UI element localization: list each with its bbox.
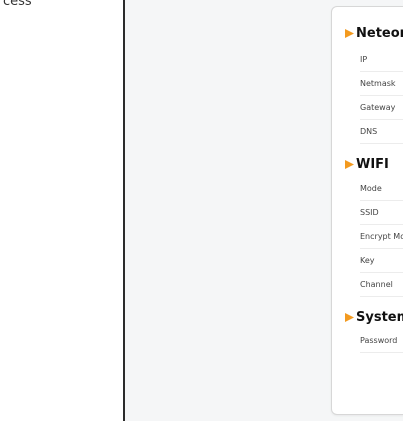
row-label: Password bbox=[360, 336, 398, 345]
pane-divider[interactable] bbox=[123, 0, 125, 421]
row-dns[interactable]: DNS bbox=[360, 120, 403, 144]
row-label: Channel bbox=[360, 280, 393, 289]
row-label: Gateway bbox=[360, 103, 396, 112]
row-ip[interactable]: IP bbox=[360, 48, 403, 72]
left-pane-text: cess bbox=[3, 0, 32, 9]
row-label: IP bbox=[360, 55, 368, 64]
row-label: Encrypt Mo bbox=[360, 232, 403, 241]
row-netmask[interactable]: Netmask bbox=[360, 72, 403, 96]
section-wifi-header[interactable]: WIFI bbox=[345, 157, 389, 172]
row-key[interactable]: Key bbox=[360, 249, 403, 273]
row-label: SSID bbox=[360, 208, 379, 217]
left-pane: cess bbox=[0, 0, 123, 421]
play-triangle-icon bbox=[345, 160, 354, 169]
section-network-header[interactable]: Neteork bbox=[345, 26, 403, 41]
row-gateway[interactable]: Gateway bbox=[360, 96, 403, 120]
section-system-header[interactable]: System bbox=[345, 310, 403, 325]
row-label: DNS bbox=[360, 127, 378, 136]
row-label: Key bbox=[360, 256, 375, 265]
row-mode[interactable]: Mode bbox=[360, 177, 403, 201]
row-label: Mode bbox=[360, 184, 382, 193]
play-triangle-icon bbox=[345, 313, 354, 322]
row-label: Netmask bbox=[360, 79, 396, 88]
section-system-title: System bbox=[356, 310, 403, 325]
row-encrypt-mode[interactable]: Encrypt Mo bbox=[360, 225, 403, 249]
play-triangle-icon bbox=[345, 29, 354, 38]
row-channel[interactable]: Channel bbox=[360, 273, 403, 297]
section-wifi-title: WIFI bbox=[356, 157, 389, 172]
settings-card: Neteork IP Netmask Gateway DNS WIFI Mode… bbox=[331, 6, 403, 415]
section-network-title: Neteork bbox=[356, 26, 403, 41]
row-ssid[interactable]: SSID bbox=[360, 201, 403, 225]
row-password[interactable]: Password bbox=[360, 329, 403, 353]
